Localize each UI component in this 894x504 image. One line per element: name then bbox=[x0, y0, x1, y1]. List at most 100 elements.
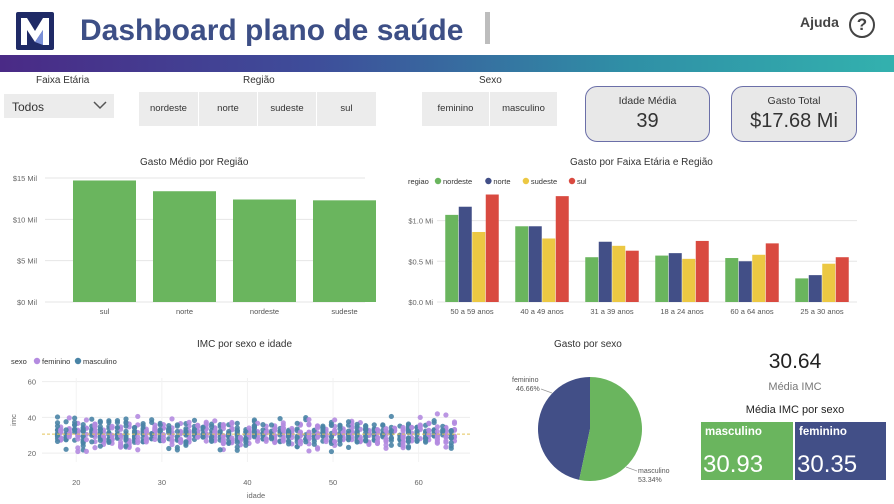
point-masculino bbox=[448, 435, 454, 441]
point-masculino bbox=[405, 438, 412, 444]
point-feminino bbox=[83, 448, 89, 455]
help-label[interactable]: Ajuda bbox=[800, 14, 839, 30]
point-masculino bbox=[123, 436, 129, 442]
point-feminino bbox=[92, 445, 98, 451]
sexo-option-feminino[interactable]: feminino bbox=[422, 92, 489, 126]
bar-sudeste bbox=[612, 245, 626, 302]
point-masculino bbox=[345, 419, 352, 425]
y-tick-label: $0 Mil bbox=[17, 298, 37, 307]
point-masculino bbox=[328, 448, 335, 455]
idade-media-label: Idade Média bbox=[618, 95, 677, 107]
bar-sul bbox=[765, 243, 779, 302]
question-circle-icon[interactable]: ? bbox=[849, 12, 875, 38]
point-masculino bbox=[217, 447, 223, 453]
point-masculino bbox=[311, 441, 317, 447]
legend-label-masculino: masculino bbox=[83, 357, 117, 366]
regiao-label: Região bbox=[243, 75, 275, 86]
point-masculino bbox=[97, 424, 103, 430]
idade-media-card: Idade Média 39 bbox=[585, 86, 710, 142]
bar-norte bbox=[458, 206, 472, 302]
point-feminino bbox=[152, 427, 158, 433]
point-masculino bbox=[388, 413, 394, 420]
point-masculino bbox=[209, 438, 215, 444]
page-title: Dashboard plano de saúde bbox=[80, 14, 464, 47]
point-feminino bbox=[160, 434, 167, 441]
point-feminino bbox=[255, 438, 261, 444]
point-feminino bbox=[306, 434, 312, 440]
point-masculino bbox=[234, 428, 240, 434]
imc-feminino-tile: feminino 30.35 bbox=[795, 422, 886, 480]
point-masculino bbox=[97, 443, 103, 449]
point-masculino bbox=[380, 422, 386, 428]
pie-leader-line bbox=[540, 388, 553, 394]
point-feminino bbox=[169, 441, 175, 448]
bar-sul bbox=[73, 180, 136, 302]
point-masculino bbox=[277, 416, 283, 422]
point-feminino bbox=[314, 446, 321, 452]
bar-nordeste bbox=[585, 257, 599, 302]
y-tick-label: $0.5 Mi bbox=[408, 257, 433, 266]
title-divider bbox=[485, 12, 490, 44]
regiao-option-norte[interactable]: norte bbox=[199, 92, 257, 126]
imc-media-value: 30.64 bbox=[768, 350, 822, 373]
legend-title: sexo bbox=[11, 357, 27, 366]
point-masculino bbox=[131, 425, 138, 431]
legend-swatch-feminino bbox=[33, 357, 41, 365]
x-tick-label: 50 a 59 anos bbox=[450, 307, 494, 316]
point-masculino bbox=[54, 414, 61, 420]
bar-sudeste bbox=[313, 200, 376, 302]
point-masculino bbox=[54, 438, 61, 445]
point-masculino bbox=[114, 424, 121, 431]
point-masculino bbox=[89, 416, 95, 422]
point-feminino bbox=[297, 441, 303, 447]
sexo-option-masculino[interactable]: masculino bbox=[490, 92, 557, 126]
bar-sul bbox=[485, 194, 499, 302]
legend-label-sul: sul bbox=[577, 177, 587, 186]
bar-sudeste bbox=[472, 231, 486, 302]
point-feminino bbox=[280, 427, 286, 433]
point-masculino bbox=[166, 427, 172, 433]
point-feminino bbox=[443, 444, 449, 450]
regiao-option-nordeste[interactable]: nordeste bbox=[139, 92, 198, 126]
gasto-total-value: $17.68 Mi bbox=[750, 110, 838, 132]
point-feminino bbox=[297, 430, 303, 436]
point-masculino bbox=[260, 422, 266, 428]
y-tick-label: $1.0 Mi bbox=[408, 217, 433, 226]
point-feminino bbox=[400, 442, 406, 449]
imc-scatter-chart: sexo feminino masculino 20 40 60 20 30 40 50 60 ida… bbox=[9, 357, 470, 500]
bar-sudeste bbox=[542, 238, 556, 302]
imc-feminino-value: 30.35 bbox=[797, 451, 858, 478]
faixa-etaria-dropdown[interactable]: Todos bbox=[4, 94, 114, 118]
x-tick-label: norte bbox=[176, 307, 193, 316]
point-feminino bbox=[323, 438, 329, 445]
regiao-option-sul[interactable]: sul bbox=[317, 92, 376, 126]
point-feminino bbox=[83, 417, 89, 423]
y-tick-label: 20 bbox=[28, 449, 36, 458]
legend-swatch-masculino bbox=[74, 357, 82, 365]
point-feminino bbox=[443, 438, 449, 444]
point-feminino bbox=[143, 428, 149, 434]
point-feminino bbox=[426, 420, 432, 426]
legend-label-feminino: feminino bbox=[42, 357, 70, 366]
point-feminino bbox=[118, 444, 124, 450]
point-masculino bbox=[286, 441, 292, 447]
point-feminino bbox=[237, 434, 244, 440]
legend-label-nordeste: nordeste bbox=[443, 177, 472, 186]
point-masculino bbox=[183, 439, 189, 445]
x-tick-label: 20 bbox=[72, 478, 80, 487]
point-masculino bbox=[328, 434, 335, 440]
point-masculino bbox=[234, 439, 240, 446]
point-masculino bbox=[106, 419, 112, 425]
point-feminino bbox=[203, 438, 209, 444]
bar-nordeste bbox=[795, 278, 809, 302]
pie-leader-line bbox=[625, 466, 638, 472]
x-tick-label: 40 bbox=[243, 478, 251, 487]
point-feminino bbox=[135, 447, 141, 453]
x-tick-label: nordeste bbox=[250, 307, 279, 316]
x-tick-label: 31 a 39 anos bbox=[590, 307, 634, 316]
point-masculino bbox=[431, 418, 437, 424]
bar-sul bbox=[555, 196, 569, 302]
point-masculino bbox=[174, 428, 180, 435]
point-feminino bbox=[195, 434, 201, 440]
regiao-option-sudeste[interactable]: sudeste bbox=[258, 92, 316, 126]
